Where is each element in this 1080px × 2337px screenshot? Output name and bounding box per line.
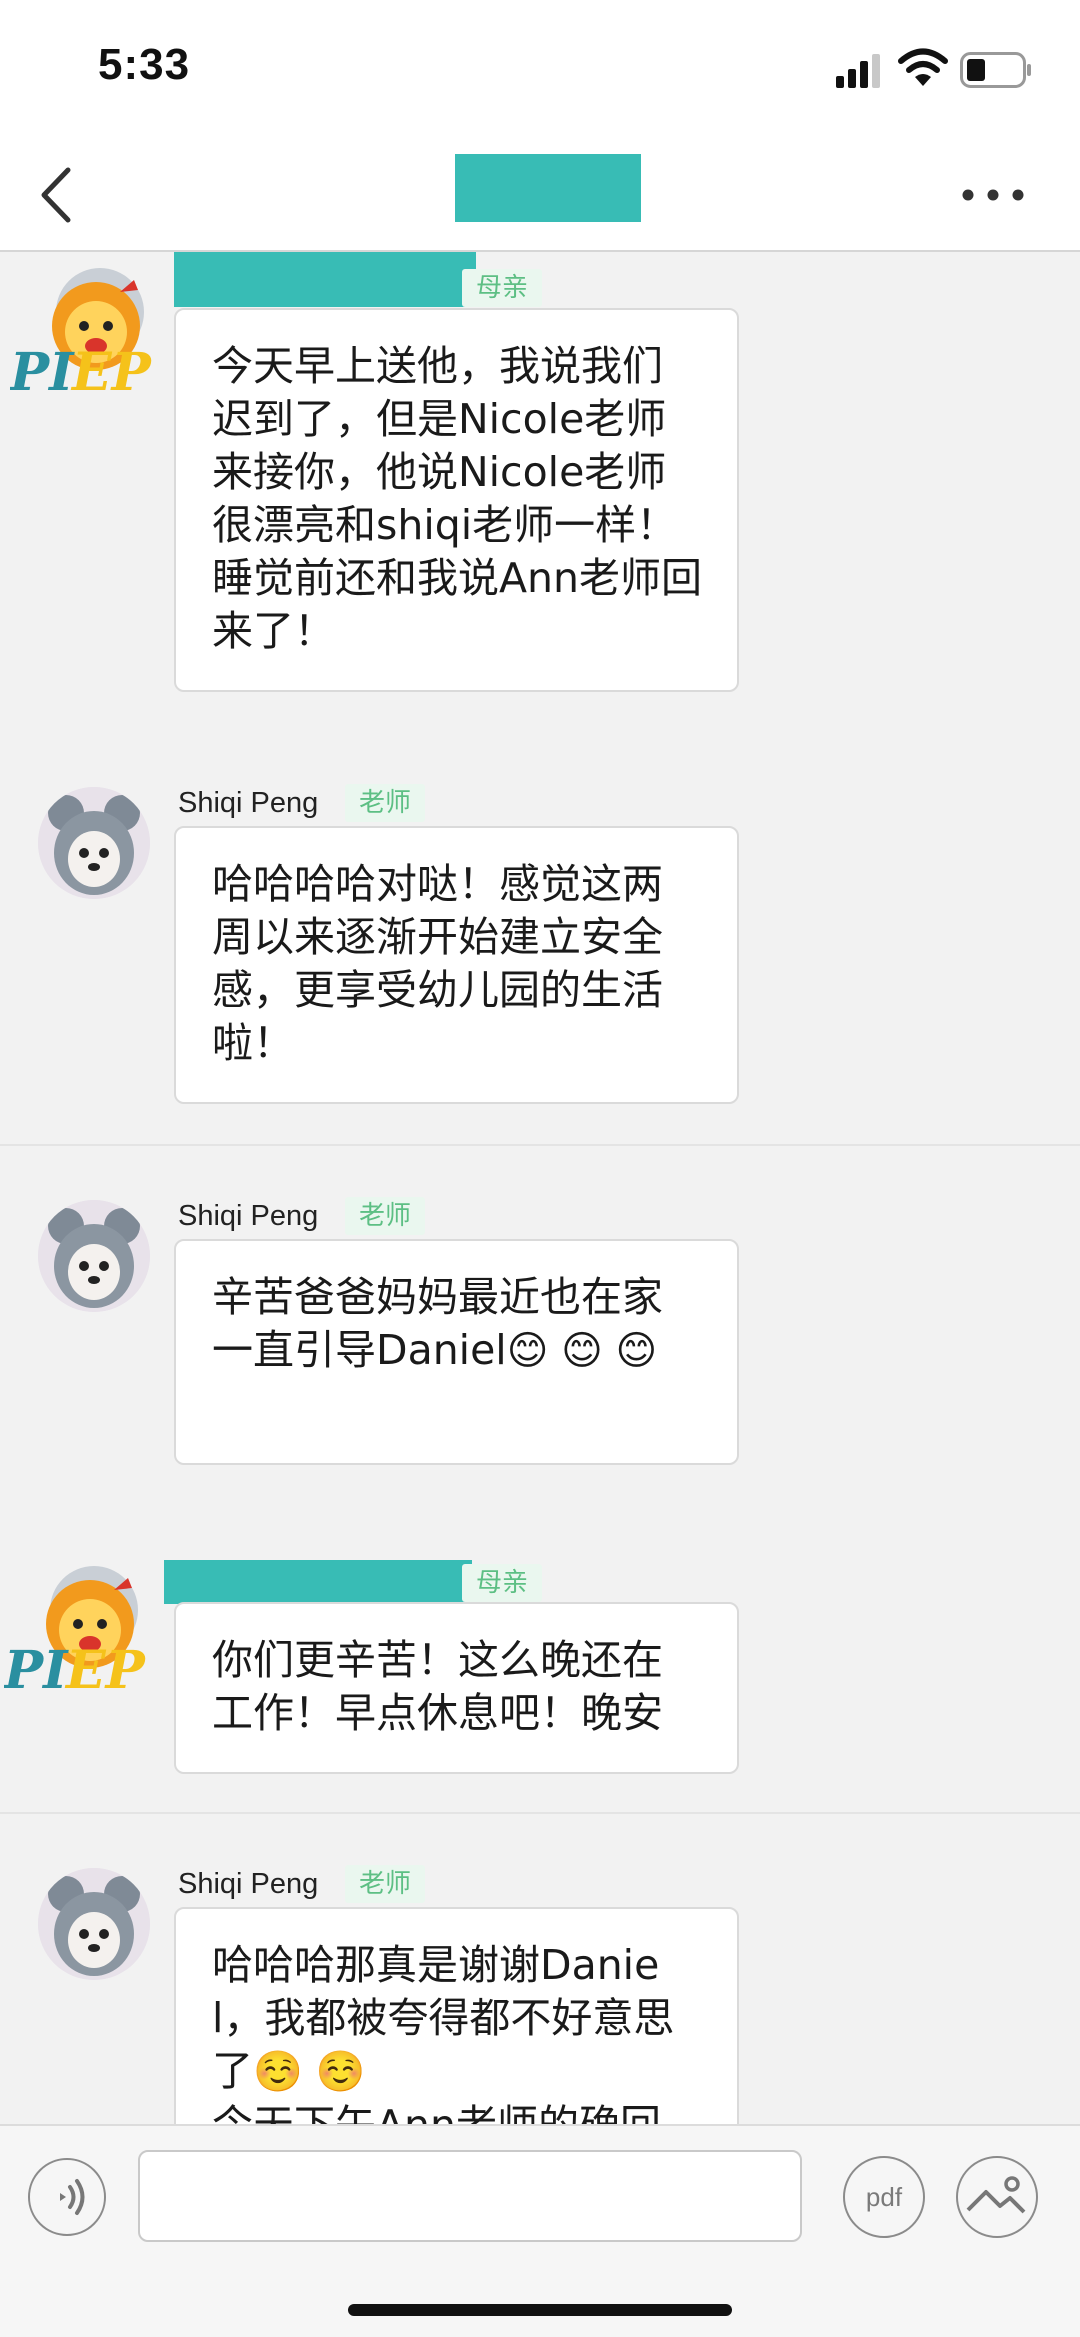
message-bubble[interactable]: 哈哈哈那真是谢谢Daniel，我都被夸得都不好意思了☺️ ☺️今天下午Ann老师… xyxy=(174,1907,739,2124)
sender-role-tag: 老师 xyxy=(345,1197,426,1235)
nav-bar xyxy=(0,140,1080,252)
pdf-button[interactable]: pdf xyxy=(843,2156,925,2238)
voice-icon xyxy=(60,2179,85,2215)
message-bubble[interactable]: 今天早上送他，我说我们迟到了，但是Nicole老师来接你，他说Nicole老师很… xyxy=(174,308,739,692)
chat-list[interactable]: PI EP 母亲 今天早上送他，我说我们迟到了，但是Nicole老师来接你，他说… xyxy=(0,252,1080,2124)
sender-name: Shiqi Peng xyxy=(178,1200,319,1232)
avatar[interactable] xyxy=(38,787,150,899)
avatar[interactable]: PI EP xyxy=(8,268,175,403)
avatar[interactable] xyxy=(38,1868,150,1980)
message-text-body-cut: 今天下午Ann老师的确回 xyxy=(212,2101,661,2124)
sender-role-tag: 老师 xyxy=(345,784,426,822)
wifi-icon xyxy=(898,48,948,86)
svg-text:EP: EP xyxy=(70,342,153,403)
status-bar: 5:33 xyxy=(0,0,1080,140)
sender-name-redacted xyxy=(174,252,476,307)
more-dots-icon[interactable] xyxy=(960,180,1026,210)
piep-lion-logo-icon: PI EP xyxy=(2,1566,147,1701)
avatar[interactable] xyxy=(38,1200,150,1312)
sender-name-redacted xyxy=(164,1560,472,1604)
sender-role-tag: 母亲 xyxy=(462,269,543,307)
image-button[interactable] xyxy=(956,2156,1038,2238)
battery-icon xyxy=(960,52,1031,88)
divider xyxy=(0,1812,1080,1814)
cellular-signal-icon xyxy=(836,54,880,88)
message-input[interactable] xyxy=(138,2150,802,2242)
sender-role-tag: 老师 xyxy=(345,1865,426,1903)
puppy-avatar-icon xyxy=(38,1200,150,1312)
message-bubble[interactable]: 哈哈哈哈对哒！感觉这两周以来逐渐开始建立安全感，更享受幼儿园的生活啦！ xyxy=(174,826,739,1104)
avatar[interactable]: PI EP xyxy=(2,1566,169,1701)
logo-text: PI xyxy=(10,342,75,403)
home-indicator[interactable] xyxy=(348,2304,732,2316)
puppy-avatar-icon xyxy=(38,787,150,899)
input-bar: pdf xyxy=(0,2124,1080,2266)
pdf-label: pdf xyxy=(865,2182,903,2212)
svg-text:EP: EP xyxy=(64,1640,147,1701)
sender-name: Shiqi Peng xyxy=(178,1868,319,1900)
svg-text:PI: PI xyxy=(4,1640,69,1701)
sender-name: Shiqi Peng xyxy=(178,787,319,819)
message-text: 哈哈哈那真是谢谢Daniel，我都被夸得都不好意思了☺️ ☺️今天下午Ann老师… xyxy=(212,1939,703,2124)
puppy-avatar-icon xyxy=(38,1868,150,1980)
message-bubble[interactable]: 你们更辛苦！这么晚还在工作！早点休息吧！晚安 xyxy=(174,1602,739,1774)
title-redacted xyxy=(455,154,641,222)
status-time: 5:33 xyxy=(98,40,191,89)
message-text: 辛苦爸爸妈妈最近也在家一直引导Daniel😊 😊 😊 xyxy=(212,1271,703,1378)
piep-lion-logo-icon: PI EP xyxy=(8,268,153,403)
image-icon xyxy=(966,2176,1026,2214)
message-bubble[interactable]: 辛苦爸爸妈妈最近也在家一直引导Daniel😊 😊 😊 xyxy=(174,1239,739,1465)
message-text: 今天早上送他，我说我们迟到了，但是Nicole老师来接你，他说Nicole老师很… xyxy=(212,342,703,655)
message-text: 哈哈哈哈对哒！感觉这两周以来逐渐开始建立安全感，更享受幼儿园的生活啦！ xyxy=(212,860,663,1067)
chevron-left-icon[interactable] xyxy=(36,162,76,228)
home-bar xyxy=(0,2264,1080,2337)
smile-emoji: 😊 😊 😊 xyxy=(506,1328,658,1374)
sender-role-tag: 母亲 xyxy=(462,1564,543,1602)
smiling-emoji: ☺️ ☺️ xyxy=(253,2049,366,2095)
voice-button[interactable] xyxy=(28,2158,106,2236)
divider xyxy=(0,1144,1080,1146)
message-text: 你们更辛苦！这么晚还在工作！早点休息吧！晚安 xyxy=(212,1636,663,1737)
